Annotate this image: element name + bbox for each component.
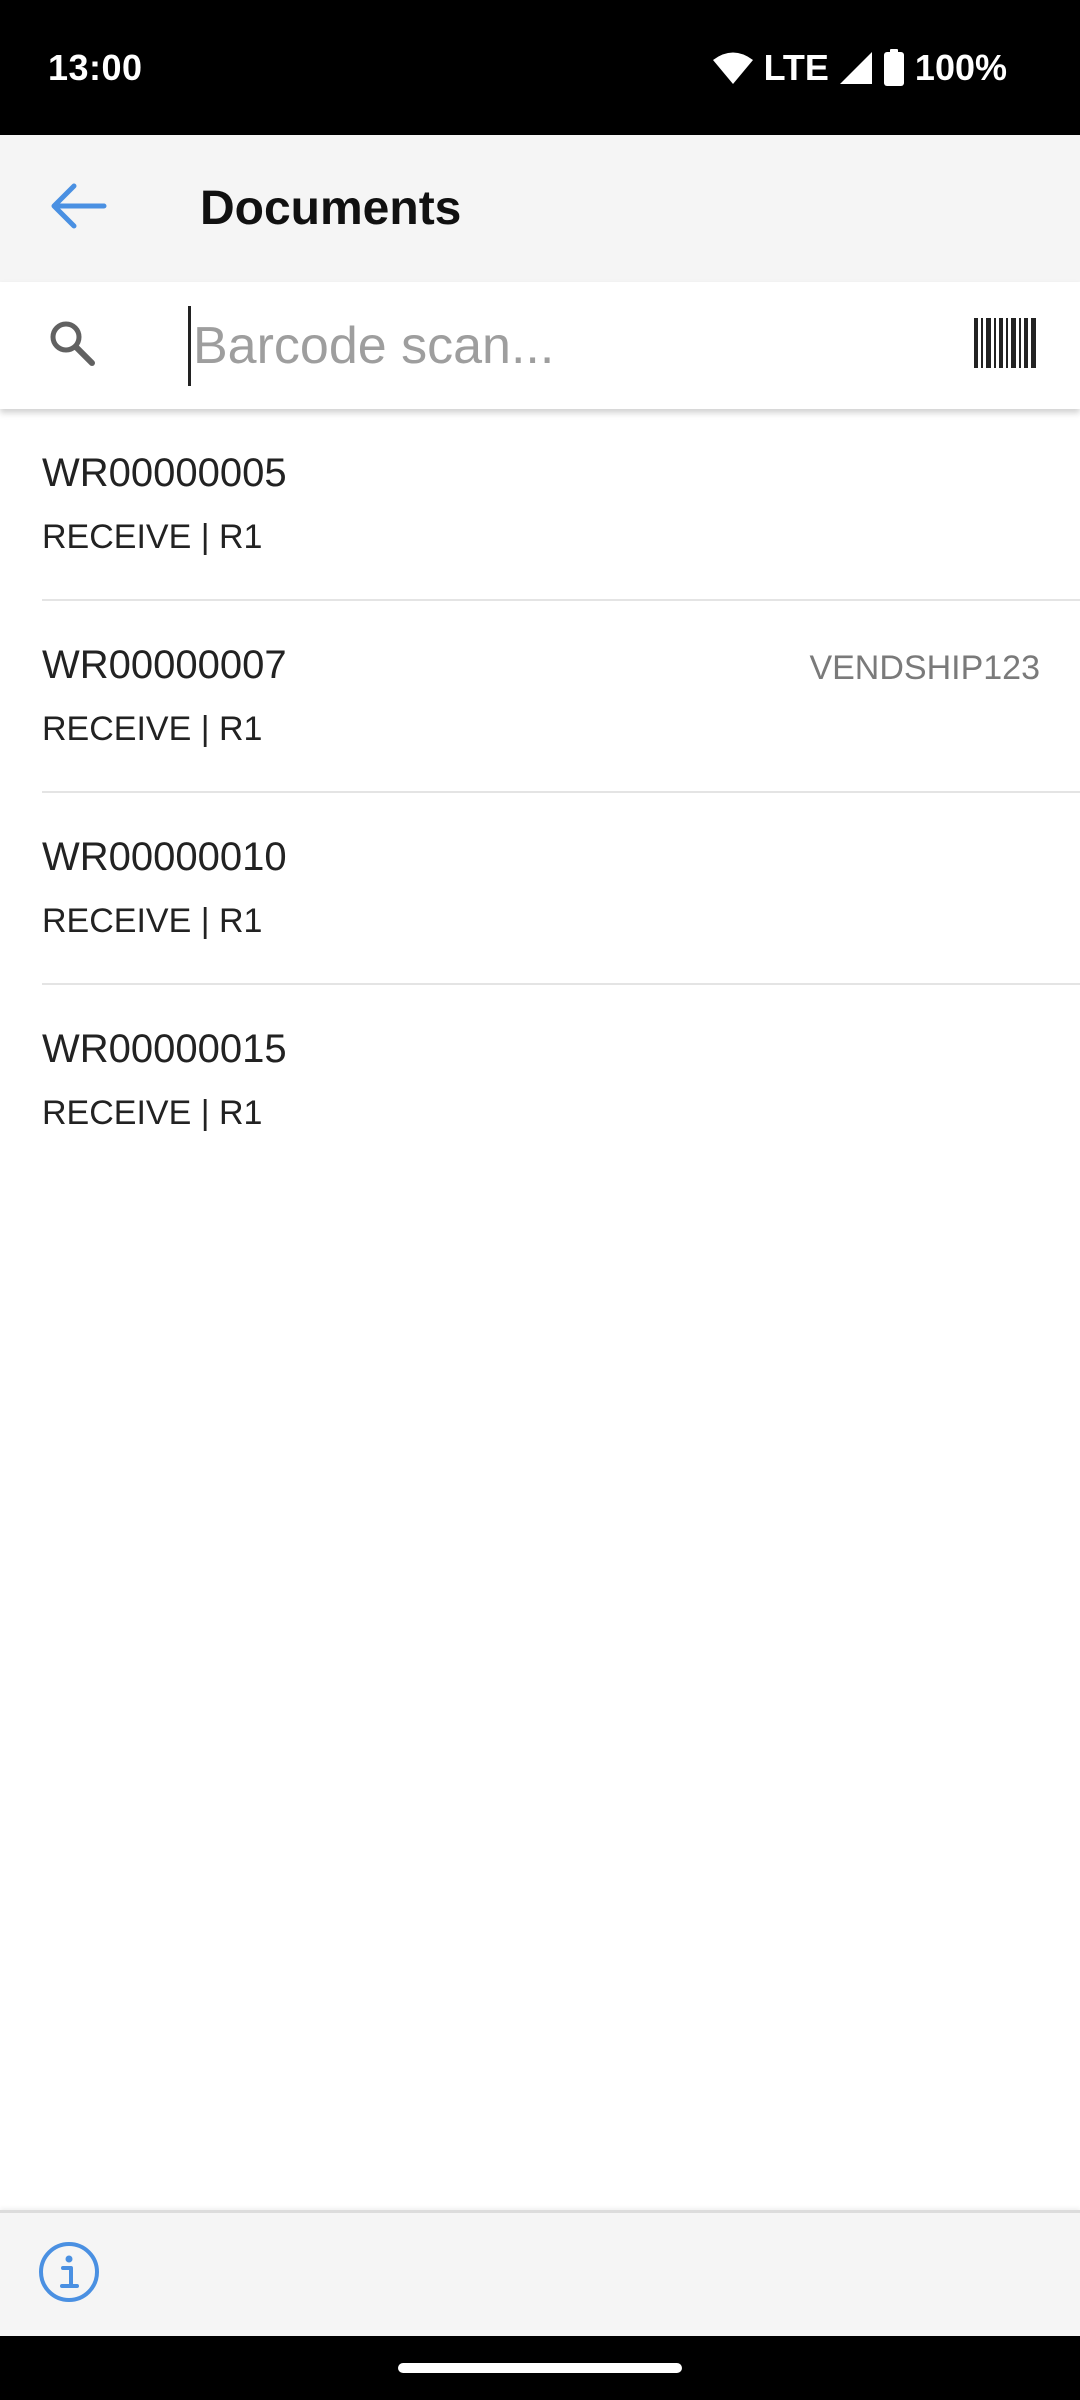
list-item[interactable]: WR00000005 RECEIVE | R1 [42,409,1080,601]
cell-signal-icon [839,51,873,85]
network-type: LTE [763,46,829,88]
search-icon [47,318,97,373]
search-button[interactable] [42,316,102,376]
status-indicators: LTE 100% [712,47,1007,89]
documents-screen: 13:00 LTE 100% Documents Barcode scan...… [0,0,1080,2400]
document-type: RECEIVE | R1 [42,518,263,556]
wifi-icon [712,51,754,85]
document-id: WR00000015 [42,1027,287,1071]
info-button[interactable] [36,2242,102,2308]
system-nav-bar [0,2336,1080,2400]
document-list: WR00000005 RECEIVE | R1 WR00000007 RECEI… [0,409,1080,1177]
status-time: 13:00 [48,46,143,88]
home-gesture-handle[interactable] [398,2363,682,2373]
battery-level: 100% [914,46,1007,88]
back-button[interactable] [38,169,118,249]
barcode-scan-button[interactable] [972,312,1038,378]
arrow-left-icon [48,182,108,235]
app-bar: Documents [0,135,1080,282]
document-reference: VENDSHIP123 [809,649,1040,687]
status-bar: 13:00 LTE 100% [0,0,1080,135]
page-title: Documents [200,182,462,235]
document-id: WR00000007 [42,643,287,687]
document-type: RECEIVE | R1 [42,1094,263,1132]
bottom-bar [0,2210,1080,2336]
document-type: RECEIVE | R1 [42,710,263,748]
list-item[interactable]: WR00000007 RECEIVE | R1 VENDSHIP123 [42,601,1080,793]
search-bar [0,282,1080,409]
list-item[interactable]: WR00000015 RECEIVE | R1 [42,985,1080,1177]
document-id: WR00000010 [42,835,287,879]
barcode-icon [974,317,1036,373]
document-id: WR00000005 [42,451,287,495]
document-type: RECEIVE | R1 [42,902,263,940]
barcode-search-input[interactable] [188,305,948,386]
info-icon [38,2241,100,2308]
battery-icon [883,48,905,87]
list-item[interactable]: WR00000010 RECEIVE | R1 [42,793,1080,985]
